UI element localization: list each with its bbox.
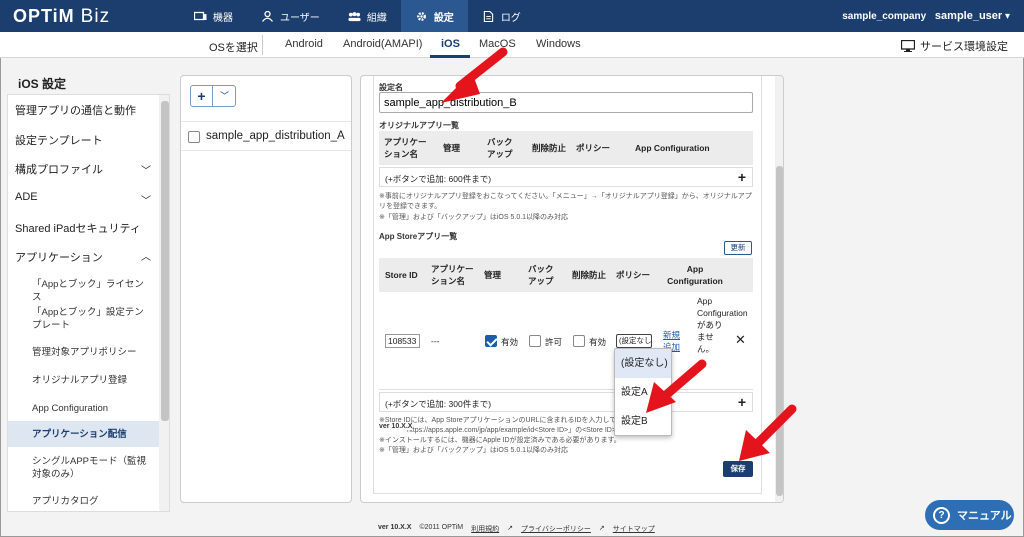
gear-icon — [416, 11, 426, 21]
tab-ios[interactable]: iOS — [441, 38, 460, 50]
sidebar-subitem-managed-app-policy[interactable]: 管理対象アプリポリシー — [32, 346, 152, 359]
top-navigation-bar: OPTiM Biz 機器 ユーザー 組織 設定 ログ sample_company… — [0, 0, 1024, 32]
sidebar-item-ade[interactable]: ADE — [15, 191, 38, 203]
original-apps-add-row: (+ボタンで追加: 600件まで) + — [379, 167, 753, 187]
nav-users[interactable]: ユーザー — [247, 0, 334, 32]
sidebar-scrollbar-thumb[interactable] — [161, 101, 169, 421]
dropdown-option-none[interactable]: (設定なし) — [615, 349, 671, 378]
sidebar-subitem-single-app-mode[interactable]: シングルAPPモード（監視対象のみ） — [32, 455, 152, 481]
nav-settings[interactable]: 設定 — [400, 0, 468, 32]
footer-sitemap-link[interactable]: サイトマップ — [613, 524, 655, 534]
manage-checkbox[interactable] — [485, 335, 497, 347]
backup-checkbox[interactable] — [529, 335, 541, 347]
settings-sidebar: 管理アプリの通信と動作 設定テンプレート 構成プロファイル ﹀ ADE ﹀ Sh… — [7, 94, 170, 512]
tab-macos[interactable]: MacOS — [479, 38, 516, 50]
remove-row-icon[interactable]: ✕ — [735, 332, 746, 348]
add-appstore-app-button[interactable]: + — [738, 394, 746, 410]
footer-copyright: ©2011 OPTiM — [419, 524, 464, 531]
table-row: 108533 --- 有効 許可 有効 (設定なし) 新規追加 App Conf… — [379, 292, 753, 390]
user-menu[interactable]: sample_company sample_user ▾ — [842, 10, 1010, 22]
add-setting-split-button[interactable]: + ﹀ — [190, 85, 236, 107]
chevron-down-icon[interactable]: ﹀ — [214, 86, 235, 106]
app-name-cell: --- — [431, 336, 440, 346]
chevron-down-icon: ﹀ — [141, 196, 151, 207]
original-apps-table-header: アプリケーション名 管理 バックアップ 削除防止 ポリシー App Config… — [379, 131, 753, 165]
user-icon — [261, 10, 274, 22]
store-id-input[interactable]: 108533 — [385, 334, 420, 348]
sidebar-subitem-apps-books-license[interactable]: 「Appとブック」ライセンス — [32, 278, 152, 304]
help-icon: ? — [933, 506, 950, 524]
sidebar-subitem-app-distribution[interactable]: アプリケーション配信 — [32, 428, 152, 441]
chevron-down-icon: ﹀ — [141, 166, 151, 177]
sidebar-item-shared-ipad-security[interactable]: Shared iPadセキュリティ — [15, 220, 141, 236]
list-item[interactable]: sample_app_distribution_A — [181, 121, 351, 151]
footer-privacy-link[interactable]: プライバシーポリシー — [521, 524, 591, 534]
sidebar-subitem-app-catalog[interactable]: アプリカタログ — [32, 495, 152, 508]
devices-icon — [194, 11, 207, 20]
os-select-label: OSを選択 — [209, 42, 258, 54]
optim-biz-logo[interactable]: OPTiM Biz — [13, 6, 110, 28]
sidebar-subitem-original-app-registration[interactable]: オリジナルアプリ登録 — [32, 374, 152, 387]
monitor-icon — [901, 40, 915, 52]
service-settings-link[interactable]: サービス環境設定 — [901, 38, 1008, 54]
sidebar-item-settings-template[interactable]: 設定テンプレート — [15, 132, 103, 148]
footer-terms-link[interactable]: 利用規約 — [471, 524, 499, 534]
footer: ver 10.X.X ©2011 OPTiM 利用規約 ↗ プライバシーポリシー… — [378, 524, 655, 534]
original-apps-heading: オリジナルアプリ一覧 — [379, 121, 459, 130]
setting-form: 設定名 オリジナルアプリ一覧 アプリケーション名 管理 バックアップ 削除防止 … — [373, 76, 762, 494]
setting-name-input[interactable] — [379, 92, 753, 113]
app-config-cell: App Configurationがありません。 — [697, 296, 748, 354]
company-name: sample_company — [842, 11, 927, 22]
external-link-icon: ↗ — [507, 525, 514, 532]
nav-log[interactable]: ログ — [468, 0, 535, 32]
save-button[interactable]: 保存 — [723, 461, 753, 477]
chevron-up-icon: ︿ — [141, 252, 151, 263]
sidebar-subitem-app-configuration[interactable]: App Configuration — [32, 402, 152, 415]
os-selector-bar: OSを選択 Android Android(AMAPI) iOS MacOS W… — [0, 32, 1024, 58]
user-name: sample_user — [934, 10, 1003, 22]
sidebar-item-configuration-profile[interactable]: 構成プロファイル — [15, 161, 103, 177]
sidebar-title: iOS 設定 — [18, 77, 67, 91]
active-tab-indicator — [430, 55, 470, 58]
policy-dropdown-menu: (設定なし) 設定A 設定B — [614, 348, 672, 436]
form-scrollbar-thumb[interactable] — [776, 166, 783, 496]
manual-button[interactable]: ? マニュアル — [925, 500, 1014, 530]
external-link-icon: ↗ — [598, 525, 605, 532]
settings-list-pane: + ﹀ sample_app_distribution_A — [180, 75, 352, 503]
setting-detail-pane: 設定名 オリジナルアプリ一覧 アプリケーション名 管理 バックアップ 削除防止 … — [360, 75, 784, 503]
footer-version: ver 10.X.X — [378, 524, 412, 531]
organization-icon — [348, 11, 361, 21]
log-icon — [483, 10, 493, 22]
chevron-down-icon: ▾ — [1004, 11, 1010, 22]
policy-select[interactable]: (設定なし) — [616, 334, 652, 348]
tab-android[interactable]: Android — [285, 38, 323, 50]
appstore-apps-table-header: Store ID アプリケーション名 管理 バックアップ 削除防止 ポリシー A… — [379, 258, 753, 292]
refresh-button[interactable]: 更新 — [724, 241, 752, 255]
list-item-checkbox[interactable] — [188, 131, 200, 143]
sidebar-item-applications[interactable]: アプリケーション — [15, 249, 103, 265]
sidebar-subitem-apps-books-template[interactable]: 「Appとブック」設定テンプレート — [32, 306, 152, 332]
add-original-app-button[interactable]: + — [738, 169, 746, 185]
tab-android-amapi[interactable]: Android(AMAPI) — [343, 38, 422, 50]
appstore-apps-heading: App Storeアプリ一覧 — [379, 232, 458, 241]
delete-protect-checkbox[interactable] — [573, 335, 585, 347]
version-overlay: ver 10.X.X — [379, 423, 413, 430]
sidebar-item-app-communication[interactable]: 管理アプリの通信と動作 — [15, 102, 136, 118]
tab-windows[interactable]: Windows — [536, 38, 581, 50]
list-item-label: sample_app_distribution_A — [206, 130, 345, 142]
dropdown-option-a[interactable]: 設定A — [615, 378, 671, 407]
nav-devices[interactable]: 機器 — [180, 0, 247, 32]
add-button[interactable]: + — [191, 86, 213, 106]
main-nav: 機器 ユーザー 組織 設定 ログ — [180, 0, 535, 32]
divider — [262, 35, 263, 55]
nav-organization[interactable]: 組織 — [334, 0, 401, 32]
appstore-apps-add-row: (+ボタンで追加: 300件まで) + — [379, 392, 753, 412]
dropdown-option-b[interactable]: 設定B — [615, 407, 671, 436]
